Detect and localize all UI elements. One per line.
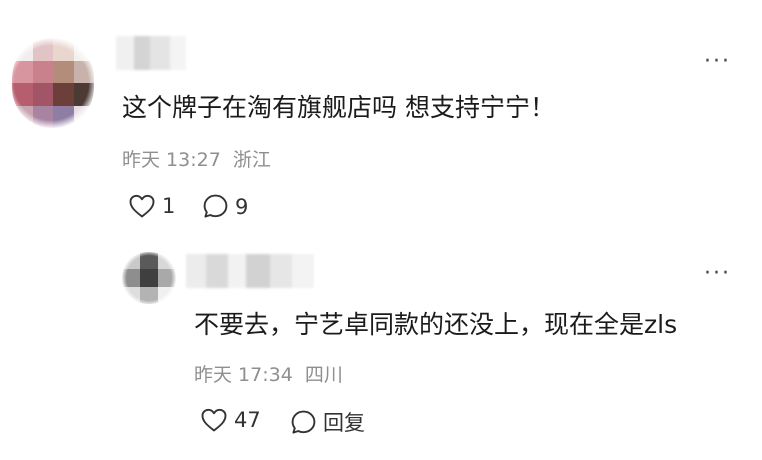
comment-like-button[interactable]: 1: [128, 193, 175, 219]
reply-location: 四川: [304, 364, 343, 386]
commenter-username-blurred[interactable]: [116, 36, 186, 70]
reply-like-button[interactable]: 47: [200, 407, 261, 433]
heart-icon: [201, 408, 227, 432]
comment-like-count: 1: [162, 194, 176, 218]
comment-text: 这个牌子在淘有旗舰店吗 想支持宁宁！: [122, 93, 555, 122]
replier-username-blurred[interactable]: [186, 254, 314, 288]
comment-more-icon[interactable]: ···: [704, 51, 731, 73]
replier-avatar[interactable]: [122, 252, 176, 304]
comment-time: 昨天 13:27: [122, 149, 221, 171]
reply-text: 不要去，宁艺卓同款的还没上，现在全是zls: [194, 310, 678, 339]
reply-meta: 昨天 17:34 四川: [194, 363, 343, 387]
comment-meta: 昨天 13:27 浙江: [122, 148, 271, 172]
reply-like-count: 47: [234, 408, 261, 432]
reply-time: 昨天 17:34: [194, 364, 293, 386]
speech-bubble-icon: [291, 410, 316, 434]
commenter-avatar[interactable]: [12, 38, 94, 128]
reply-more-icon[interactable]: ···: [704, 263, 731, 285]
comment-reply-button[interactable]: 9: [202, 193, 248, 220]
comment-reply-count: 9: [235, 194, 249, 219]
reply-reply-button[interactable]: 回复: [290, 407, 365, 437]
reply-reply-label: 回复: [323, 411, 365, 435]
comment-location: 浙江: [232, 149, 271, 171]
heart-icon: [129, 194, 155, 218]
speech-bubble-icon: [203, 194, 228, 218]
